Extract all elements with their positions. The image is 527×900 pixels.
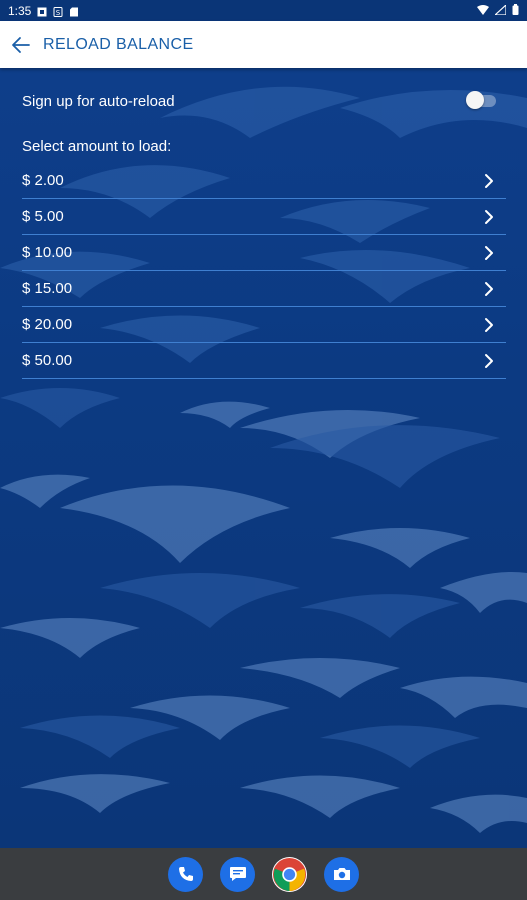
amount-list: $ 2.00 $ 5.00 $ 10.00 $ 15.00 $ 20.00 $ …: [22, 163, 506, 379]
amount-option-10[interactable]: $ 10.00: [22, 235, 506, 271]
amount-label: $ 20.00: [22, 316, 73, 333]
amount-option-15[interactable]: $ 15.00: [22, 271, 506, 307]
amount-label: $ 5.00: [22, 208, 64, 225]
wifi-icon: [477, 4, 489, 18]
status-bar: 1:35 S: [0, 0, 527, 21]
amount-option-2[interactable]: $ 2.00: [22, 163, 506, 199]
status-time: 1:35: [8, 3, 32, 18]
amount-label: $ 15.00: [22, 280, 73, 297]
chrome-icon[interactable]: [272, 856, 307, 892]
page-title: RELOAD BALANCE: [43, 35, 194, 53]
app-bar: RELOAD BALANCE: [0, 21, 527, 68]
svg-text:S: S: [56, 9, 61, 17]
chevron-right-icon: [485, 353, 493, 368]
chevron-right-icon: [485, 245, 493, 260]
arrow-back-icon: [12, 36, 30, 53]
signal-icon: [493, 3, 507, 18]
toggle-thumb: [466, 91, 484, 109]
chevron-right-icon: [485, 209, 493, 224]
sd-card-icon: [69, 6, 79, 16]
amount-label: $ 2.00: [22, 172, 64, 189]
select-amount-label: Select amount to load:: [22, 138, 172, 155]
notification-icon: [37, 6, 47, 16]
amount-label: $ 50.00: [22, 352, 73, 369]
reload-content: Sign up for auto-reload Select amount to…: [22, 68, 506, 379]
chevron-right-icon: [485, 317, 493, 332]
back-button[interactable]: [0, 21, 40, 68]
auto-reload-row: Sign up for auto-reload: [22, 68, 506, 134]
chevron-right-icon: [485, 173, 493, 188]
auto-reload-toggle[interactable]: [466, 91, 496, 109]
amount-option-50[interactable]: $ 50.00: [22, 343, 506, 379]
app-dock: [0, 848, 527, 900]
chevron-right-icon: [485, 281, 493, 296]
amount-option-5[interactable]: $ 5.00: [22, 199, 506, 235]
sim-icon: S: [53, 6, 63, 17]
amount-option-20[interactable]: $ 20.00: [22, 307, 506, 343]
amount-label: $ 10.00: [22, 244, 73, 261]
camera-icon[interactable]: [324, 856, 359, 892]
battery-icon: [512, 3, 519, 18]
messages-icon[interactable]: [220, 856, 255, 892]
auto-reload-label: Sign up for auto-reload: [22, 92, 175, 110]
phone-icon[interactable]: [168, 856, 203, 892]
